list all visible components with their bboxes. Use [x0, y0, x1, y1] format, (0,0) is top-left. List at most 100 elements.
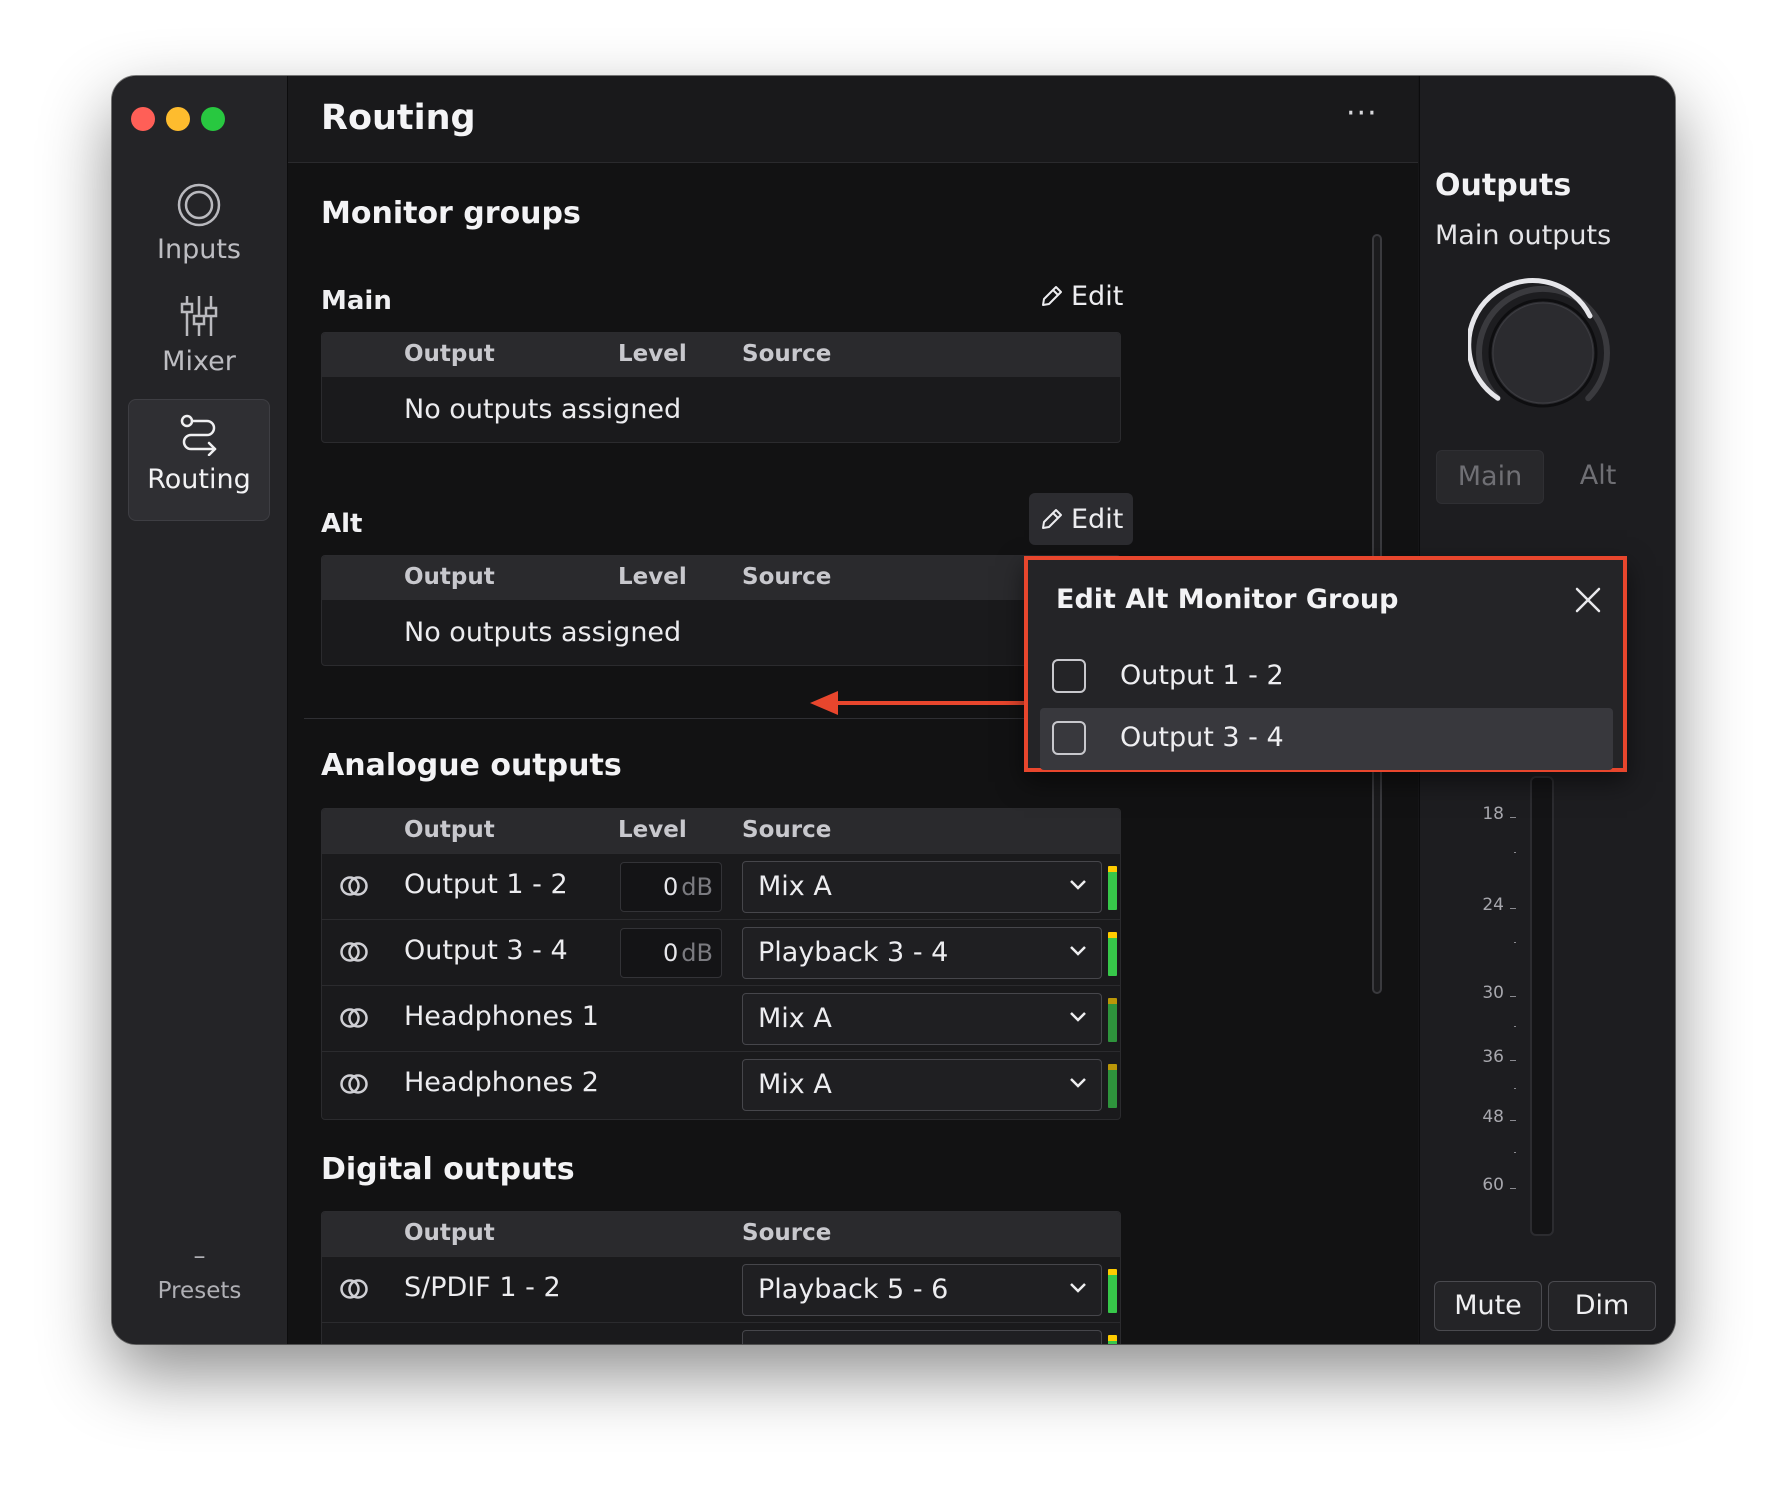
- level-meter: [1108, 1335, 1117, 1344]
- sidebar-item-mixer[interactable]: Mixer: [128, 282, 270, 404]
- edit-alt-button[interactable]: Edit: [1029, 493, 1134, 545]
- meter-tick-dash: [1514, 1088, 1516, 1089]
- pencil-icon: [1042, 509, 1062, 529]
- mute-button[interactable]: Mute: [1434, 1281, 1542, 1331]
- source-dropdown[interactable]: Mix A: [742, 861, 1102, 913]
- mixer-faders-icon: [179, 294, 219, 342]
- analogue-outputs-title: Analogue outputs: [321, 748, 622, 783]
- popup-option-output-1-2[interactable]: Output 1 - 2: [1040, 646, 1613, 708]
- close-icon[interactable]: [1574, 586, 1602, 614]
- sidebar-item-label: Mixer: [162, 346, 236, 377]
- meter-tick-dash: [1510, 1060, 1516, 1061]
- main-group-label: Main: [321, 286, 392, 316]
- output-name: Headphones 2: [404, 1067, 599, 1098]
- column-source: Source: [742, 564, 832, 590]
- dim-button[interactable]: Dim: [1548, 1281, 1656, 1331]
- checkbox[interactable]: [1052, 659, 1086, 693]
- main-segment-button[interactable]: Main: [1436, 450, 1544, 504]
- meter-tick-dash: [1510, 817, 1516, 818]
- column-source: Source: [742, 341, 832, 367]
- source-value: Mix A: [758, 1069, 832, 1100]
- column-output: Output: [404, 564, 495, 590]
- chevron-down-icon: [1070, 946, 1086, 956]
- presets-button[interactable]: – Presets: [112, 1242, 287, 1304]
- source-value: Mix A: [758, 1003, 832, 1034]
- meter-tick-dash: [1514, 1026, 1516, 1027]
- chevron-down-icon: [1070, 1012, 1086, 1022]
- alt-group-table: Output Level Source No outputs assigned: [321, 555, 1121, 666]
- table-header: Output Source: [322, 1212, 1120, 1256]
- sidebar-item-label: Routing: [147, 464, 251, 495]
- column-source: Source: [742, 1220, 832, 1246]
- monitor-groups-title: Monitor groups: [321, 196, 581, 231]
- meter-tick-dash: [1510, 1188, 1516, 1189]
- inputs-rings-icon: [176, 182, 222, 232]
- window-minimize-button[interactable]: [166, 107, 190, 131]
- checkbox[interactable]: [1052, 721, 1086, 755]
- chevron-down-icon: [1070, 1283, 1086, 1293]
- output-name: Output 3 - 4: [404, 935, 568, 966]
- source-value: Mix A: [758, 871, 832, 902]
- table-row: Output 1 - 2 0 dB Mix A: [322, 853, 1120, 920]
- window-zoom-button[interactable]: [201, 107, 225, 131]
- table-row: Headphones 2 Mix A: [322, 1051, 1120, 1118]
- chevron-down-icon: [1070, 880, 1086, 890]
- column-output: Output: [404, 1220, 495, 1246]
- stereo-link-icon[interactable]: [339, 940, 369, 964]
- stereo-link-icon[interactable]: [339, 874, 369, 898]
- output-name: Headphones 1: [404, 1001, 599, 1032]
- analogue-outputs-table: Output Level Source Output 1 - 2 0 dB Mix…: [321, 808, 1121, 1120]
- column-level: Level: [618, 817, 687, 843]
- page-title: Routing: [321, 98, 476, 138]
- sidebar-item-routing[interactable]: Routing: [128, 399, 270, 521]
- more-options-icon[interactable]: ···: [1346, 96, 1378, 131]
- main-group-table: Output Level Source No outputs assigned: [321, 332, 1121, 443]
- edit-main-button[interactable]: Edit: [1029, 270, 1133, 322]
- routing-arrows-icon: [177, 412, 221, 460]
- main-output-knob[interactable]: [1468, 278, 1618, 428]
- digital-outputs-title: Digital outputs: [321, 1152, 575, 1187]
- alt-group-label: Alt: [321, 509, 363, 539]
- meter-tick-dash: [1510, 1120, 1516, 1121]
- table-row: Headphones 1 Mix A: [322, 985, 1120, 1052]
- popup-option-output-3-4[interactable]: Output 3 - 4: [1040, 708, 1613, 770]
- edit-label: Edit: [1071, 280, 1124, 312]
- level-meter: [1108, 1269, 1117, 1313]
- presets-symbol: –: [193, 1242, 206, 1270]
- table-header: Output Level Source: [322, 809, 1120, 853]
- source-dropdown[interactable]: Mix A: [742, 1059, 1102, 1111]
- stereo-link-icon[interactable]: [339, 1072, 369, 1096]
- window-close-button[interactable]: [131, 107, 155, 131]
- source-value: Playback 5 - 6: [758, 1274, 949, 1305]
- source-dropdown[interactable]: Playback 3 - 4: [742, 927, 1102, 979]
- table-row: S/PDIF 1 - 2 Playback 5 - 6: [322, 1256, 1120, 1323]
- column-output: Output: [404, 817, 495, 843]
- chevron-down-icon: [1070, 1078, 1086, 1088]
- popup-title: Edit Alt Monitor Group: [1056, 584, 1399, 615]
- meter-tick-dash: [1510, 908, 1516, 909]
- stereo-link-icon[interactable]: [339, 1277, 369, 1301]
- source-dropdown[interactable]: Mix A: [742, 993, 1102, 1045]
- edit-alt-monitor-group-popup: Edit Alt Monitor Group Output 1 - 2 Outp…: [1024, 556, 1627, 772]
- output-name: S/PDIF 1 - 2: [404, 1272, 561, 1303]
- level-input[interactable]: 0 dB: [620, 928, 722, 978]
- edit-label: Edit: [1071, 503, 1124, 535]
- table-row: Output 3 - 4 0 dB Playback 3 - 4: [322, 919, 1120, 986]
- column-level: Level: [618, 564, 687, 590]
- sidebar-item-inputs[interactable]: Inputs: [128, 170, 270, 292]
- column-source: Source: [742, 817, 832, 843]
- alt-segment-button[interactable]: Alt: [1544, 450, 1652, 504]
- source-dropdown[interactable]: [742, 1330, 1102, 1344]
- column-output: Output: [404, 341, 495, 367]
- source-dropdown[interactable]: Playback 5 - 6: [742, 1264, 1102, 1316]
- column-level: Level: [618, 341, 687, 367]
- table-row: [322, 1322, 1120, 1344]
- main-empty-message: No outputs assigned: [404, 394, 682, 425]
- output-name: Output 1 - 2: [404, 869, 568, 900]
- presets-label: Presets: [157, 1278, 242, 1304]
- stereo-link-icon[interactable]: [339, 1006, 369, 1030]
- option-label: Output 3 - 4: [1120, 722, 1284, 753]
- level-input[interactable]: 0 dB: [620, 862, 722, 912]
- outputs-title: Outputs: [1435, 168, 1572, 203]
- meter-tick: 48: [1482, 1107, 1504, 1127]
